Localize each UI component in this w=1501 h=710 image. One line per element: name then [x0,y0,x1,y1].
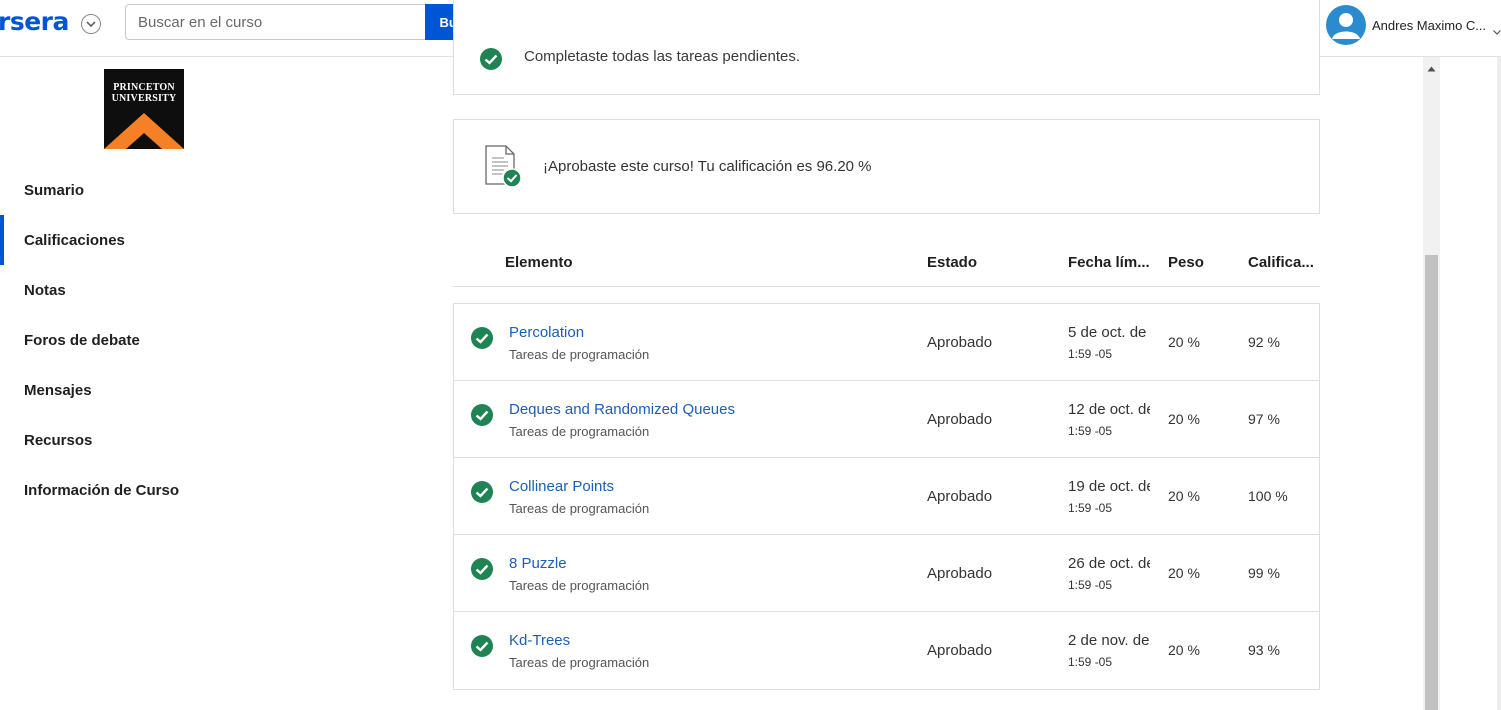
princeton-university-logo[interactable]: PRINCETON UNIVERSITY [104,69,184,149]
grade: 97 % [1248,411,1280,427]
assignment-type: Tareas de programación [509,347,650,362]
scrollbar-thumb[interactable] [1425,255,1438,710]
due-time: 1:59 -05 [1068,655,1113,669]
pending-message: Completaste todas las tareas pendientes. [524,48,800,65]
course-passed-card: ¡Aprobaste este curso! Tu calificación e… [453,119,1320,214]
check-circle-icon [470,403,494,432]
grade: 92 % [1248,334,1280,350]
due-date: 19 de oct. de [1068,478,1150,495]
user-avatar-icon[interactable] [1326,5,1366,45]
table-row: Percolation Tareas de programación Aprob… [454,304,1319,381]
due-time: 1:59 -05 [1068,347,1113,361]
window-edge [1497,57,1501,710]
weight: 20 % [1168,565,1200,581]
due-date: 5 de oct. de 2 [1068,324,1150,341]
table-row: Collinear Points Tareas de programación … [454,458,1319,535]
weight: 20 % [1168,642,1200,658]
check-circle-icon [470,480,494,509]
search-input[interactable] [125,4,426,40]
status-text: Aprobado [927,334,993,351]
grade: 93 % [1248,642,1280,658]
assignment-type: Tareas de programación [509,424,650,439]
sidebar-item-notas[interactable]: Notas [0,265,260,315]
sidebar-item-mensajes[interactable]: Mensajes [0,365,260,415]
weight: 20 % [1168,411,1200,427]
check-circle-icon [479,47,503,76]
weight: 20 % [1168,488,1200,504]
check-circle-icon [470,634,494,663]
table-row: 8 Puzzle Tareas de programación Aprobado… [454,535,1319,612]
sidebar-item-recursos[interactable]: Recursos [0,415,260,465]
status-text: Aprobado [927,642,993,659]
assignment-link[interactable]: 8 Puzzle [509,555,567,572]
sidebar-item-calificaciones[interactable]: Calificaciones [0,215,260,265]
vertical-scrollbar[interactable] [1423,57,1440,710]
user-name[interactable]: Andres Maximo C... [1372,18,1486,33]
assignment-type: Tareas de programación [509,578,650,593]
chevron-down-icon[interactable] [81,14,101,34]
assignment-type: Tareas de programación [509,501,650,516]
status-text: Aprobado [927,565,993,582]
column-header-elemento[interactable]: Elemento [505,254,573,271]
assignment-link[interactable]: Collinear Points [509,478,614,495]
assignment-link[interactable]: Percolation [509,324,584,341]
check-circle-icon [470,557,494,586]
coursera-logo[interactable]: rsera [0,7,69,36]
due-time: 1:59 -05 [1068,501,1113,515]
document-check-icon [484,144,524,193]
check-circle-icon [470,326,494,355]
column-header-peso[interactable]: Peso [1168,254,1204,271]
due-time: 1:59 -05 [1068,424,1113,438]
course-sidebar: PRINCETON UNIVERSITY Sumario Calificacion… [0,57,260,710]
pending-tasks-card: Completaste todas las tareas pendientes. [453,0,1320,95]
column-header-estado[interactable]: Estado [927,254,977,271]
grade: 100 % [1248,488,1288,504]
grade: 99 % [1248,565,1280,581]
status-text: Aprobado [927,411,993,428]
assignment-link[interactable]: Kd-Trees [509,632,570,649]
due-time: 1:59 -05 [1068,578,1113,592]
table-row: Deques and Randomized Queues Tareas de p… [454,381,1319,458]
status-text: Aprobado [927,488,993,505]
arrow-up-icon[interactable] [1427,59,1436,77]
chevron-down-icon[interactable] [1493,22,1501,40]
due-date: 26 de oct. de [1068,555,1150,572]
header-divider-line [453,286,1320,287]
assignment-type: Tareas de programación [509,655,650,670]
column-header-calificacion[interactable]: Califica... [1248,254,1318,271]
due-date: 12 de oct. de [1068,401,1150,418]
sidebar-item-informacion[interactable]: Información de Curso [0,465,260,515]
column-header-fecha[interactable]: Fecha lím... [1068,254,1152,271]
sidebar-item-sumario[interactable]: Sumario [0,165,260,215]
sidebar-item-foros[interactable]: Foros de debate [0,315,260,365]
weight: 20 % [1168,334,1200,350]
table-row: Kd-Trees Tareas de programación Aprobado… [454,612,1319,689]
assignment-link[interactable]: Deques and Randomized Queues [509,401,735,418]
due-date: 2 de nov. de [1068,632,1150,649]
pass-message: ¡Aprobaste este curso! Tu calificación e… [543,158,872,175]
grades-table: Percolation Tareas de programación Aprob… [453,303,1320,690]
